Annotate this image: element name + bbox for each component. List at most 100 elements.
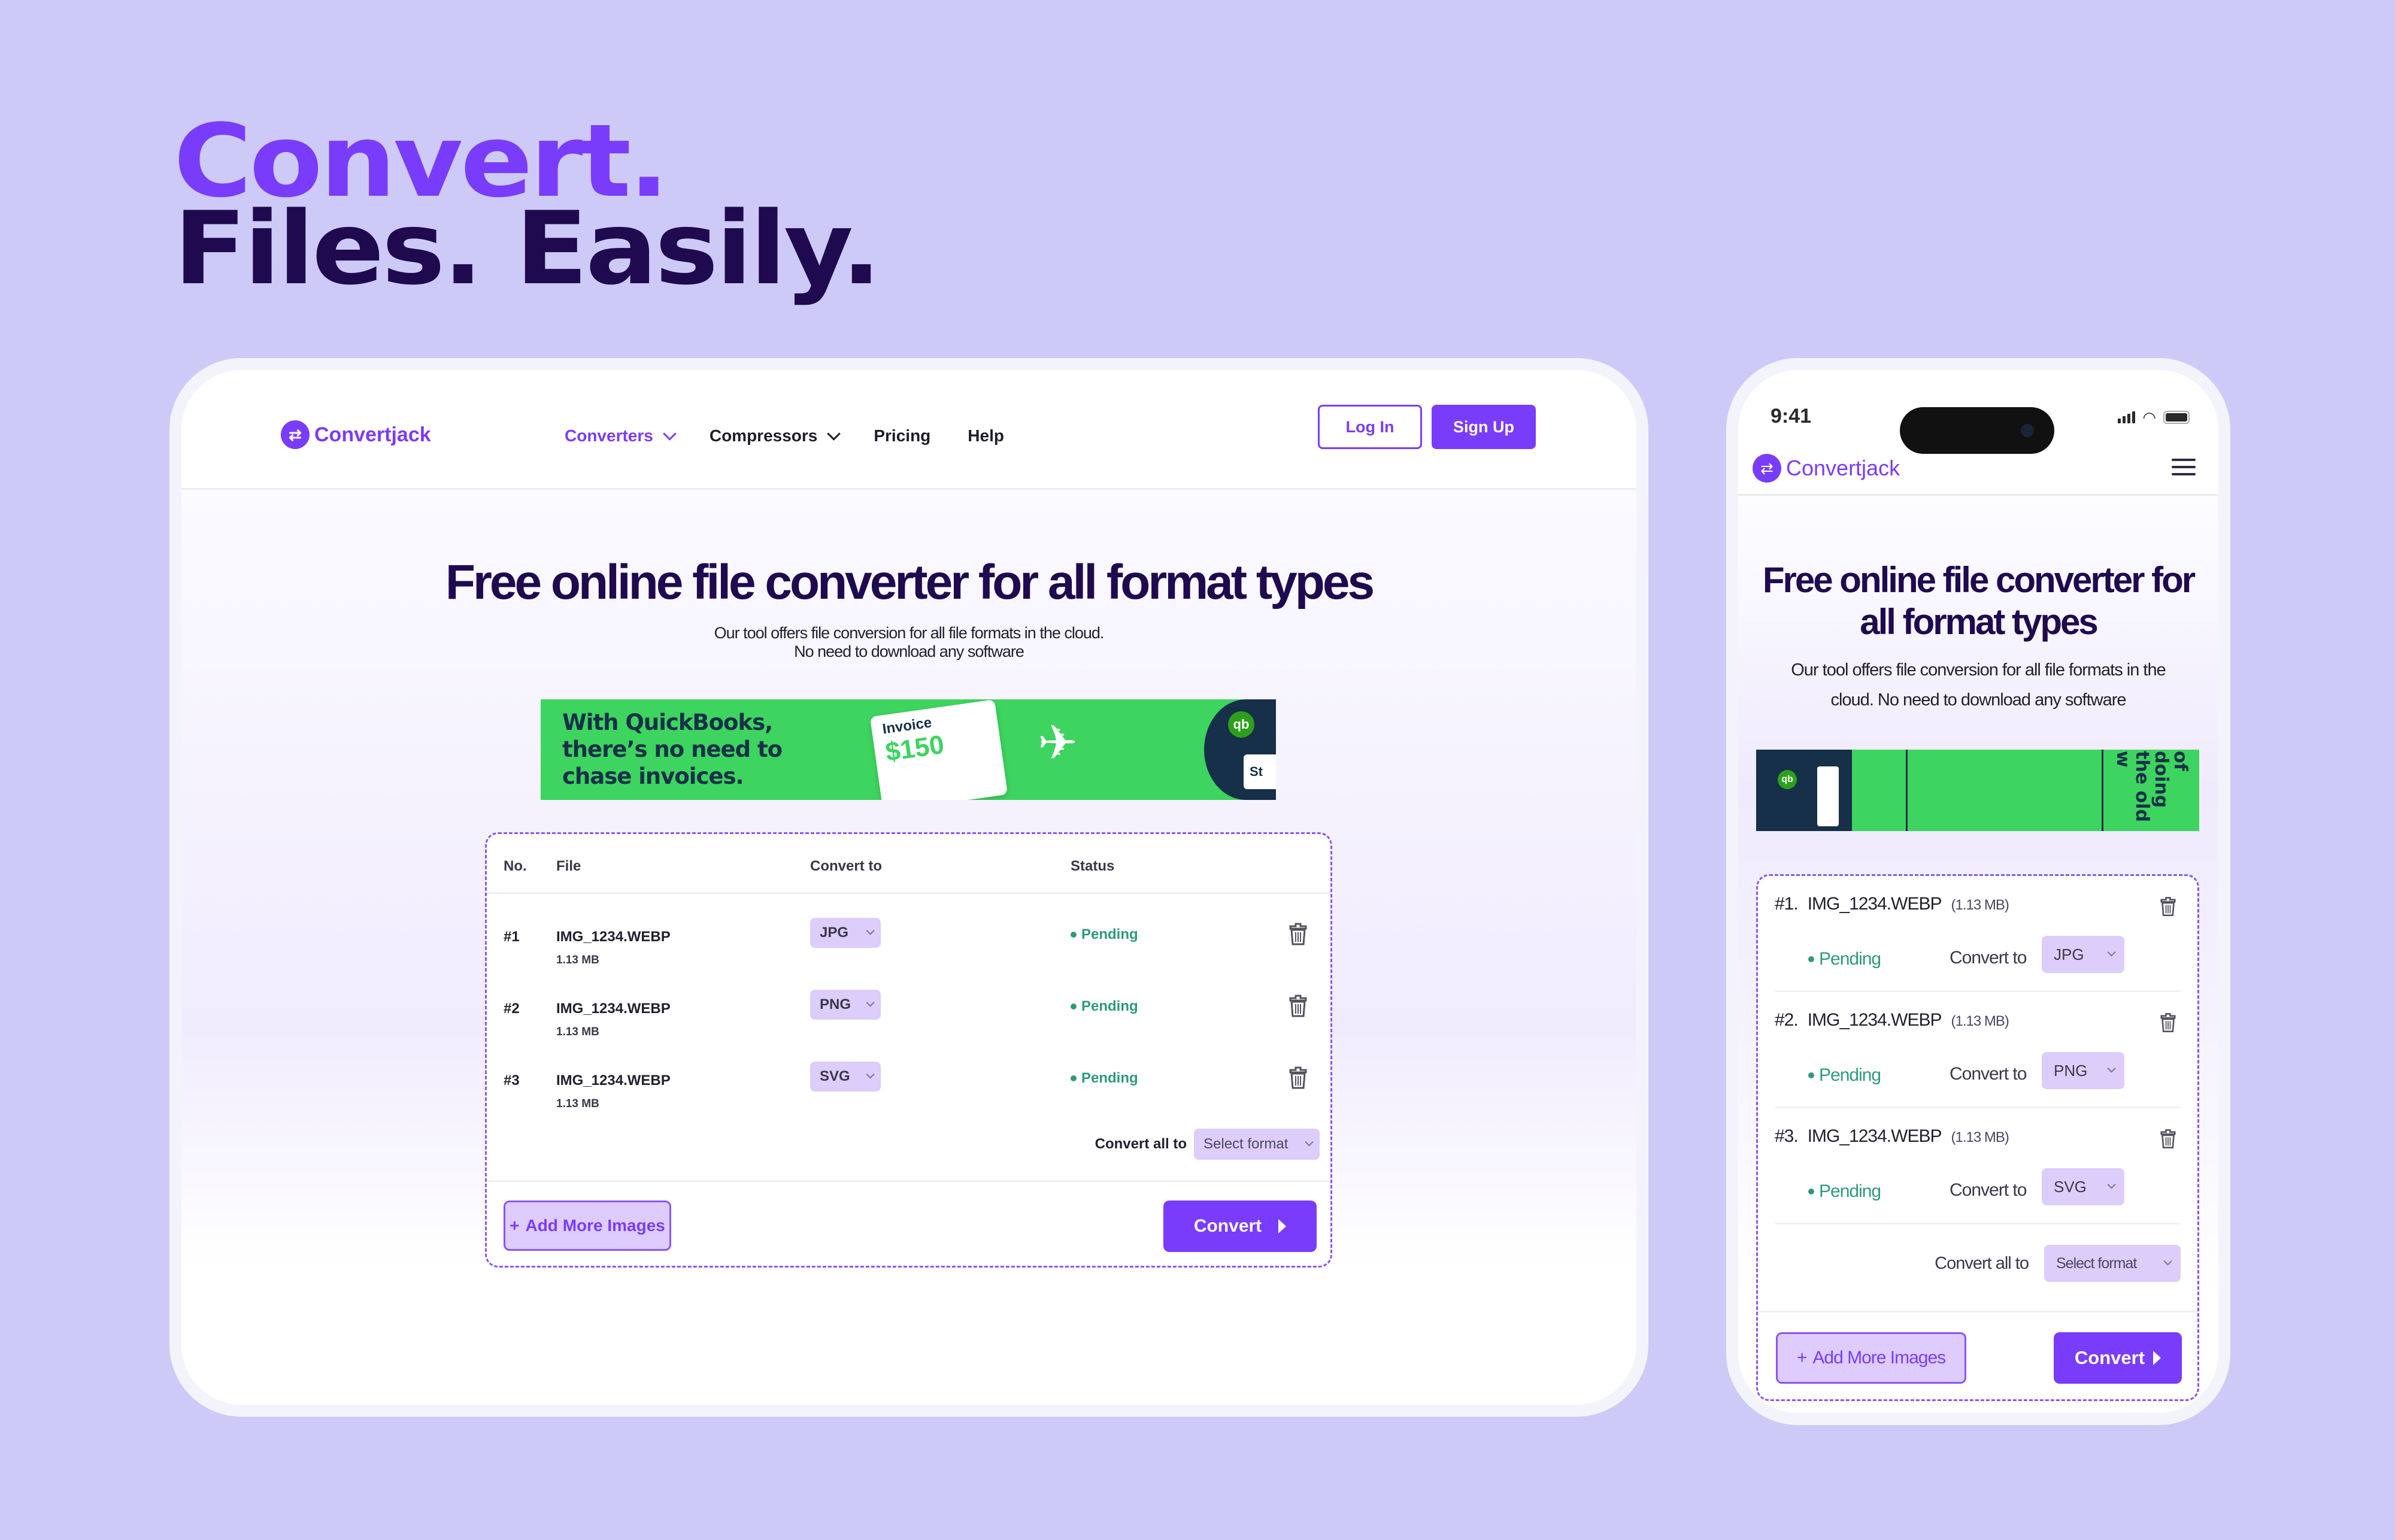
row-number: #3. bbox=[1775, 1126, 1799, 1146]
file-conversion-card: #1. IMG_1234.WEBP (1.13 MB) Pending Conv… bbox=[1756, 874, 2199, 1401]
signal-icon bbox=[2118, 411, 2136, 423]
ad-start-button[interactable]: St bbox=[1244, 754, 1276, 789]
format-select[interactable]: JPG bbox=[810, 918, 881, 948]
subtitle-line-1: Our tool offers file conversion for all … bbox=[714, 624, 1105, 642]
chevron-down-icon bbox=[866, 1070, 875, 1079]
chevron-down-icon bbox=[663, 427, 677, 441]
play-arrow-icon bbox=[1278, 1219, 1287, 1233]
chevron-down-icon bbox=[2163, 1257, 2172, 1266]
status-dot-icon bbox=[1071, 1004, 1077, 1010]
nav-links: Converters Compressors Pricing Help bbox=[565, 426, 1004, 445]
status-badge: Pending bbox=[1808, 1065, 1881, 1086]
status-text: Pending bbox=[1081, 1070, 1138, 1086]
convert-button[interactable]: Convert bbox=[2054, 1332, 2182, 1384]
status-badge: Pending bbox=[1071, 926, 1138, 943]
file-name: IMG_1234.WEBP bbox=[1807, 1126, 1942, 1146]
format-select[interactable]: SVG bbox=[810, 1062, 881, 1092]
status-badge: Pending bbox=[1808, 1181, 1881, 1202]
status-bar-icons: ◠ bbox=[2118, 410, 2190, 425]
signup-button[interactable]: Sign Up bbox=[1432, 405, 1536, 449]
quickbooks-logo-icon: qb bbox=[1778, 770, 1797, 789]
convert-all-select[interactable]: Select format bbox=[2044, 1245, 2181, 1282]
table-header: No. File Convert to Status bbox=[487, 834, 1330, 894]
convert-button[interactable]: Convert bbox=[1163, 1201, 1317, 1252]
list-item: #2. IMG_1234.WEBP (1.13 MB) Pending Conv… bbox=[1775, 992, 2181, 1108]
format-select[interactable]: PNG bbox=[810, 990, 881, 1020]
convert-to-label: Convert to bbox=[1950, 1180, 2027, 1200]
brand-logo[interactable]: ⇄ Convertjack bbox=[281, 420, 431, 449]
file-size: (1.13 MB) bbox=[1951, 1013, 2009, 1029]
column-header-no: No. bbox=[504, 858, 527, 874]
top-nav: ⇄ Convertjack Converters Compressors Pri… bbox=[181, 370, 1636, 490]
trash-icon[interactable] bbox=[1289, 995, 1307, 1017]
status-bar-time: 9:41 bbox=[1771, 405, 1812, 428]
convert-files-icon: ⇄ bbox=[281, 420, 310, 449]
mobile-screen: 9:41 ◠ ⇄ Convertjack Free online file co… bbox=[1738, 370, 2218, 1413]
file-size: 1.13 MB bbox=[556, 954, 599, 966]
chevron-down-icon bbox=[2107, 948, 2116, 957]
page-title: Free online file converter for all forma… bbox=[445, 555, 1375, 610]
format-select[interactable]: SVG bbox=[2042, 1168, 2124, 1205]
hero-line-2: Files. Easily. bbox=[174, 190, 881, 307]
nav-item-converters[interactable]: Converters bbox=[565, 426, 677, 445]
chevron-down-icon bbox=[866, 998, 875, 1007]
hamburger-menu-icon[interactable] bbox=[2172, 459, 2196, 475]
add-more-images-button[interactable]: + Add More Images bbox=[504, 1201, 671, 1251]
format-select[interactable]: JPG bbox=[2042, 936, 2124, 973]
add-more-images-button[interactable]: + Add More Images bbox=[1776, 1332, 1966, 1384]
status-text: Pending bbox=[1081, 998, 1138, 1014]
nav-label: Compressors bbox=[709, 426, 818, 445]
paper-plane-icon: ✈ bbox=[1038, 716, 1078, 769]
list-item: #1. IMG_1234.WEBP (1.13 MB) Pending Conv… bbox=[1775, 876, 2181, 992]
convert-all-label: Convert all to bbox=[1095, 1136, 1187, 1152]
table-row: #1 IMG_1234.WEBP 1.13 MB JPG Pending bbox=[487, 911, 1330, 983]
format-value: PNG bbox=[820, 996, 851, 1012]
status-text: Pending bbox=[1819, 1065, 1881, 1085]
ad-headline-line: With QuickBooks, bbox=[562, 710, 773, 735]
file-size: (1.13 MB) bbox=[1951, 897, 2009, 913]
convert-files-icon: ⇄ bbox=[1753, 454, 1781, 483]
column-header-file: File bbox=[556, 858, 581, 874]
ad-banner[interactable]: qb of doing the old w bbox=[1756, 750, 2199, 831]
select-placeholder: Select format bbox=[1203, 1136, 1289, 1152]
row-number: #1 bbox=[504, 929, 520, 945]
convert-all-control: Convert all to Select format bbox=[1935, 1245, 2181, 1282]
convert-to-label: Convert to bbox=[1950, 1064, 2027, 1084]
login-button[interactable]: Log In bbox=[1318, 405, 1422, 449]
ad-headline-line: chase invoices. bbox=[562, 763, 744, 789]
status-text: Pending bbox=[1081, 926, 1138, 942]
trash-icon[interactable] bbox=[2160, 1129, 2176, 1149]
mobile-header: 9:41 ◠ ⇄ Convertjack bbox=[1738, 370, 2218, 496]
nav-item-help[interactable]: Help bbox=[968, 426, 1004, 445]
file-heading: #3. IMG_1234.WEBP (1.13 MB) bbox=[1775, 1126, 2009, 1147]
chevron-down-icon bbox=[2107, 1180, 2116, 1189]
brand-logo[interactable]: ⇄ Convertjack bbox=[1753, 454, 1900, 483]
convert-all-select[interactable]: Select format bbox=[1194, 1129, 1320, 1160]
plus-icon: + bbox=[510, 1216, 520, 1235]
row-number: #2 bbox=[504, 1001, 520, 1017]
file-size: 1.13 MB bbox=[556, 1098, 599, 1110]
trash-icon[interactable] bbox=[2160, 1012, 2176, 1033]
format-select[interactable]: PNG bbox=[2042, 1052, 2124, 1089]
add-more-label: Add More Images bbox=[525, 1216, 665, 1235]
nav-item-pricing[interactable]: Pricing bbox=[874, 426, 930, 445]
format-value: JPG bbox=[820, 924, 849, 941]
add-more-label: Add More Images bbox=[1812, 1348, 1946, 1368]
ad-illustration bbox=[1906, 750, 2103, 831]
ad-buy-now-button[interactable] bbox=[1817, 766, 1839, 826]
status-dot-icon bbox=[1808, 1072, 1814, 1078]
desktop-screen: ⇄ Convertjack Converters Compressors Pri… bbox=[181, 370, 1636, 1405]
trash-icon[interactable] bbox=[1289, 923, 1307, 945]
file-name: IMG_1234.WEBP bbox=[556, 929, 671, 945]
trash-icon[interactable] bbox=[2160, 896, 2176, 917]
chevron-down-icon bbox=[827, 427, 841, 441]
column-header-convert-to: Convert to bbox=[810, 858, 882, 874]
ad-headline-line: there’s no need to bbox=[562, 736, 783, 762]
divider bbox=[487, 1180, 1330, 1182]
nav-item-compressors[interactable]: Compressors bbox=[709, 426, 841, 445]
table-row: #3 IMG_1234.WEBP 1.13 MB SVG Pending bbox=[487, 1054, 1330, 1126]
file-name: IMG_1234.WEBP bbox=[1807, 894, 1942, 914]
ad-banner[interactable]: With QuickBooks, there’s no need to chas… bbox=[541, 699, 1276, 800]
trash-icon[interactable] bbox=[1289, 1066, 1307, 1089]
page-subtitle: Our tool offers file conversion for all … bbox=[181, 624, 1636, 661]
